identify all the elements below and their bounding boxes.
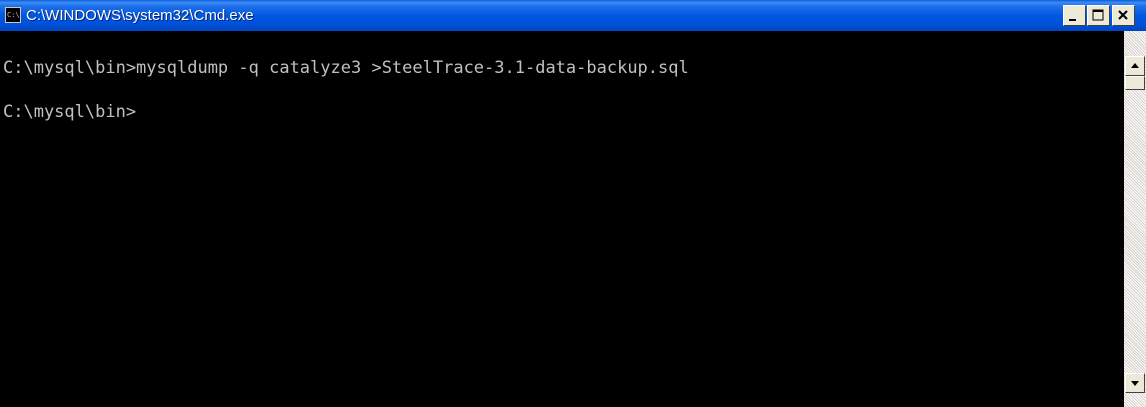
- arrow-up-icon: [1131, 63, 1139, 68]
- console-prompt: C:\mysql\bin>: [3, 102, 137, 122]
- window-title: C:\WINDOWS\system32\Cmd.exe: [26, 7, 254, 24]
- cmd-console-icon[interactable]: C:\: [5, 7, 21, 23]
- console-output[interactable]: C:\mysql\bin>mysqldump -q catalyze3 >Ste…: [0, 31, 1124, 407]
- arrow-down-icon: [1131, 381, 1139, 386]
- cmd-window: C:\ C:\WINDOWS\system32\Cmd.exe C:\mysql…: [0, 0, 1146, 407]
- maximize-button[interactable]: [1087, 5, 1110, 26]
- minimize-icon: [1069, 19, 1076, 21]
- close-button[interactable]: [1112, 5, 1135, 26]
- scroll-down-button[interactable]: [1125, 373, 1145, 393]
- close-icon: [1118, 10, 1128, 20]
- scroll-up-button[interactable]: [1125, 56, 1145, 76]
- minimize-button[interactable]: [1063, 5, 1086, 26]
- console-line: C:\mysql\bin>mysqldump -q catalyze3 >Ste…: [3, 58, 689, 78]
- scrollbar-thumb[interactable]: [1125, 76, 1145, 90]
- vertical-scrollbar[interactable]: [1124, 31, 1146, 407]
- maximize-icon: [1092, 9, 1104, 21]
- title-bar[interactable]: C:\ C:\WINDOWS\system32\Cmd.exe: [0, 0, 1146, 31]
